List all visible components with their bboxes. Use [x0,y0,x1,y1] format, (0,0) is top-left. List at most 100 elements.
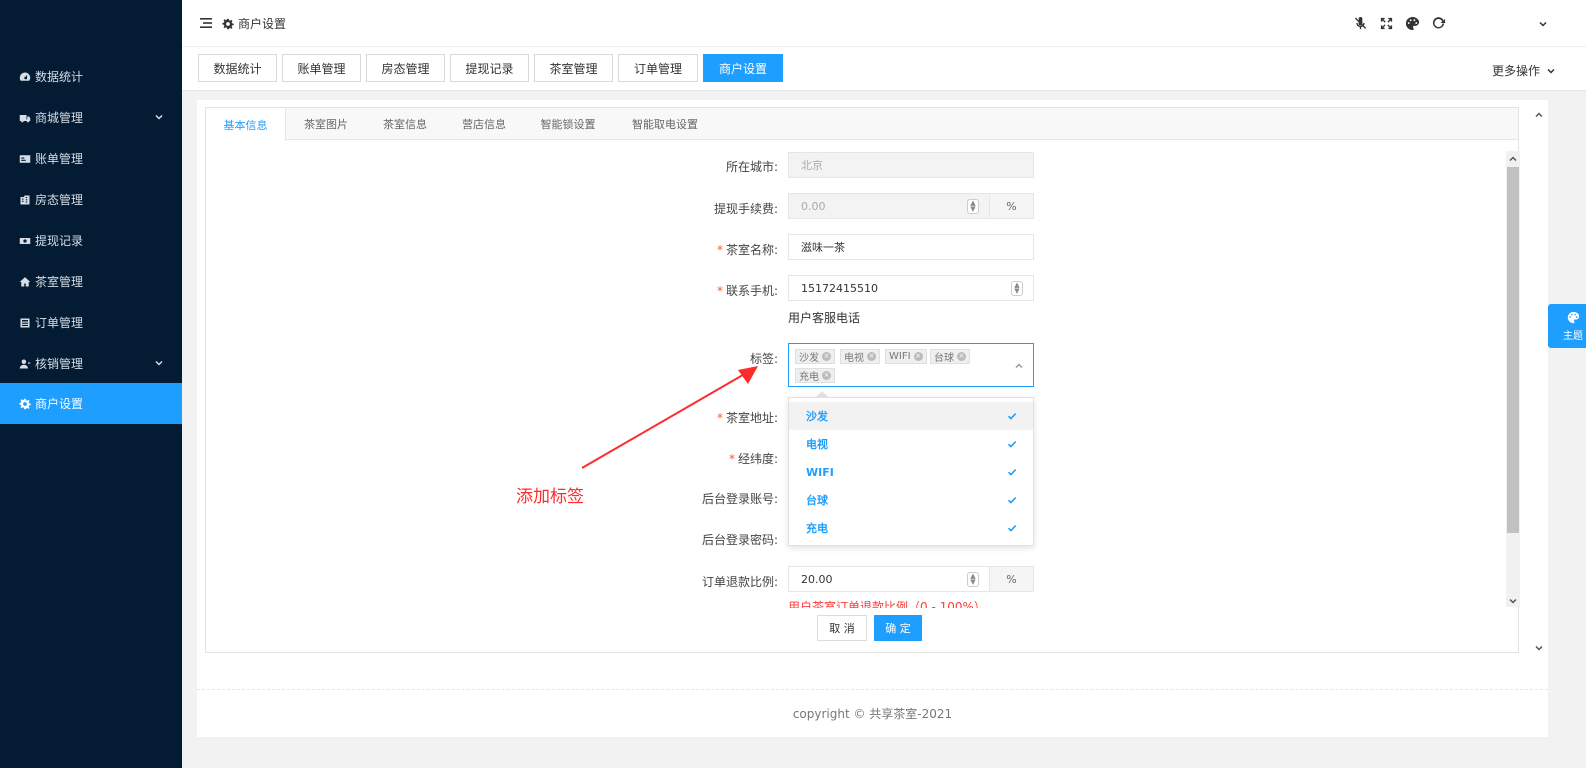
tab-withdrawals[interactable]: 提现记录 [450,54,529,82]
tab-tearoom-images[interactable]: 茶室图片 [286,108,366,140]
chevron-down-icon [154,357,164,367]
sidebar-item-label: 商城管理 [35,111,84,125]
tab-label: 提现记录 [465,61,514,76]
scrollbar-thumb[interactable] [1507,167,1519,533]
close-icon[interactable]: × [957,352,966,361]
sidebar-item-label: 房态管理 [35,193,84,207]
refund-suffix: % [989,566,1034,592]
building-icon [18,193,32,207]
sidebar-item-mall[interactable]: 商城管理 [0,97,182,138]
tab-label: 茶室信息 [383,118,427,131]
tab-tearoom-info[interactable]: 茶室信息 [366,108,444,140]
palette-icon[interactable] [1402,13,1422,33]
tag-chip: 台球 × [930,349,970,364]
check-icon [1007,439,1017,449]
breadcrumb-label: 商户设置 [238,17,287,31]
tab-basic-info[interactable]: 基本信息 [206,108,286,141]
number-stepper[interactable]: ▲ ▼ [1011,281,1023,296]
close-icon[interactable]: × [822,371,831,380]
money-icon [18,234,32,248]
tag-option[interactable]: 充电 [789,514,1033,542]
sidebar-item-orders[interactable]: 订单管理 [0,302,182,343]
sidebar-item-tearooms[interactable]: 茶室管理 [0,261,182,302]
tags-multiselect[interactable]: 沙发 × 电视 × WIFI × 台球 × 充电 × [788,343,1034,387]
chevron-down-icon[interactable] [1508,595,1518,605]
tab-room-status[interactable]: 房态管理 [366,54,445,82]
tag-chip: 沙发 × [795,349,835,364]
sidebar-item-withdrawals[interactable]: 提现记录 [0,220,182,261]
sidebar-item-label: 茶室管理 [35,275,84,289]
dashboard-icon [18,70,32,84]
fullscreen-icon[interactable] [1376,13,1396,33]
tab-smart-power[interactable]: 智能取电设置 [612,108,718,140]
chevron-up-icon[interactable] [1534,109,1544,119]
tab-smart-lock[interactable]: 智能锁设置 [524,108,612,140]
close-icon[interactable]: × [867,352,876,361]
theme-side-tab[interactable]: 主题 [1548,304,1586,348]
menu-toggle-icon[interactable] [199,16,213,30]
sidebar-item-label: 商户设置 [35,397,84,411]
tag-chip: 电视 × [840,349,880,364]
mic-off-icon[interactable] [1350,13,1370,33]
chevron-down-icon[interactable] [1534,642,1544,652]
tab-orders[interactable]: 订单管理 [618,54,698,82]
tab-label: 数据统计 [213,61,262,76]
tearoom-name-input[interactable]: 滋味一茶 [788,234,1034,260]
cancel-button[interactable]: 取 消 [817,615,867,641]
phone-input[interactable]: 15172415510 ▲ ▼ [788,275,1034,301]
page-tab-bar: 数据统计 账单管理 房态管理 提现记录 茶室管理 订单管理 商户设置 更多操作 [182,47,1586,91]
fee-value: 0.00 [801,199,826,213]
check-icon [1007,467,1017,477]
chevron-up-icon[interactable] [1508,153,1518,163]
tab-label: 茶室管理 [549,61,598,76]
tag-option[interactable]: WIFI [789,458,1033,486]
sidebar-item-dashboard[interactable]: 数据统计 [0,56,182,97]
gear-icon [222,18,234,29]
fee-input[interactable]: 0.00 ▲ ▼ [788,193,990,219]
user-icon [18,357,32,371]
phone-label: * 联系手机: [716,284,778,298]
tag-option[interactable]: 沙发 [789,402,1033,430]
more-operations-dropdown[interactable]: 更多操作 [1492,62,1556,79]
tab-data-stats[interactable]: 数据统计 [198,54,277,82]
tag-option[interactable]: 台球 [789,486,1033,514]
form-scrollbar[interactable] [1506,151,1520,607]
city-value: 北京 [801,159,823,172]
tab-tearooms[interactable]: 茶室管理 [534,54,613,82]
annotation-arrow [581,366,758,469]
admin-account-label: 后台登录账号: [701,492,778,506]
chevron-down-icon[interactable] [1538,18,1548,28]
tag-chip: WIFI × [885,349,927,364]
city-field: 北京 [788,152,1034,178]
sidebar-item-label: 账单管理 [35,152,84,166]
sidebar-item-label: 核销管理 [35,357,84,371]
tab-label: 账单管理 [297,61,346,76]
sidebar-item-verification[interactable]: 核销管理 [0,343,182,384]
page-scrollbar[interactable] [1532,107,1546,654]
tab-label: 营店信息 [462,118,506,131]
tab-bills[interactable]: 账单管理 [282,54,361,82]
refund-ratio-input[interactable]: 20.00 ▲ ▼ [788,566,990,592]
settings-tabs: 基本信息 茶室图片 茶室信息 营店信息 智能锁设置 智能取电设置 [206,108,1518,141]
tag-option[interactable]: 电视 [789,430,1033,458]
check-icon [1007,495,1017,505]
tab-label: 商户设置 [718,61,767,76]
sidebar-item-merchant-settings[interactable]: 商户设置 [0,383,182,424]
confirm-button[interactable]: 确 定 [874,615,922,641]
tab-merchant-settings[interactable]: 商户设置 [703,54,783,82]
tab-label: 基本信息 [223,118,268,132]
tab-store-info[interactable]: 营店信息 [444,108,524,140]
sidebar-item-bills[interactable]: 账单管理 [0,138,182,179]
close-icon[interactable]: × [913,352,923,361]
list-icon [18,316,32,330]
refresh-icon[interactable] [1428,13,1448,33]
tab-label: 茶室图片 [304,118,348,131]
name-label: * 茶室名称: [716,243,778,257]
close-icon[interactable]: × [822,352,831,361]
number-stepper[interactable]: ▲ ▼ [967,199,979,214]
chevron-down-icon [154,111,164,121]
number-stepper[interactable]: ▲ ▼ [967,572,979,587]
sidebar-item-room-status[interactable]: 房态管理 [0,179,182,220]
sidebar-item-label: 数据统计 [35,70,84,84]
chevron-up-icon[interactable] [1014,360,1024,370]
